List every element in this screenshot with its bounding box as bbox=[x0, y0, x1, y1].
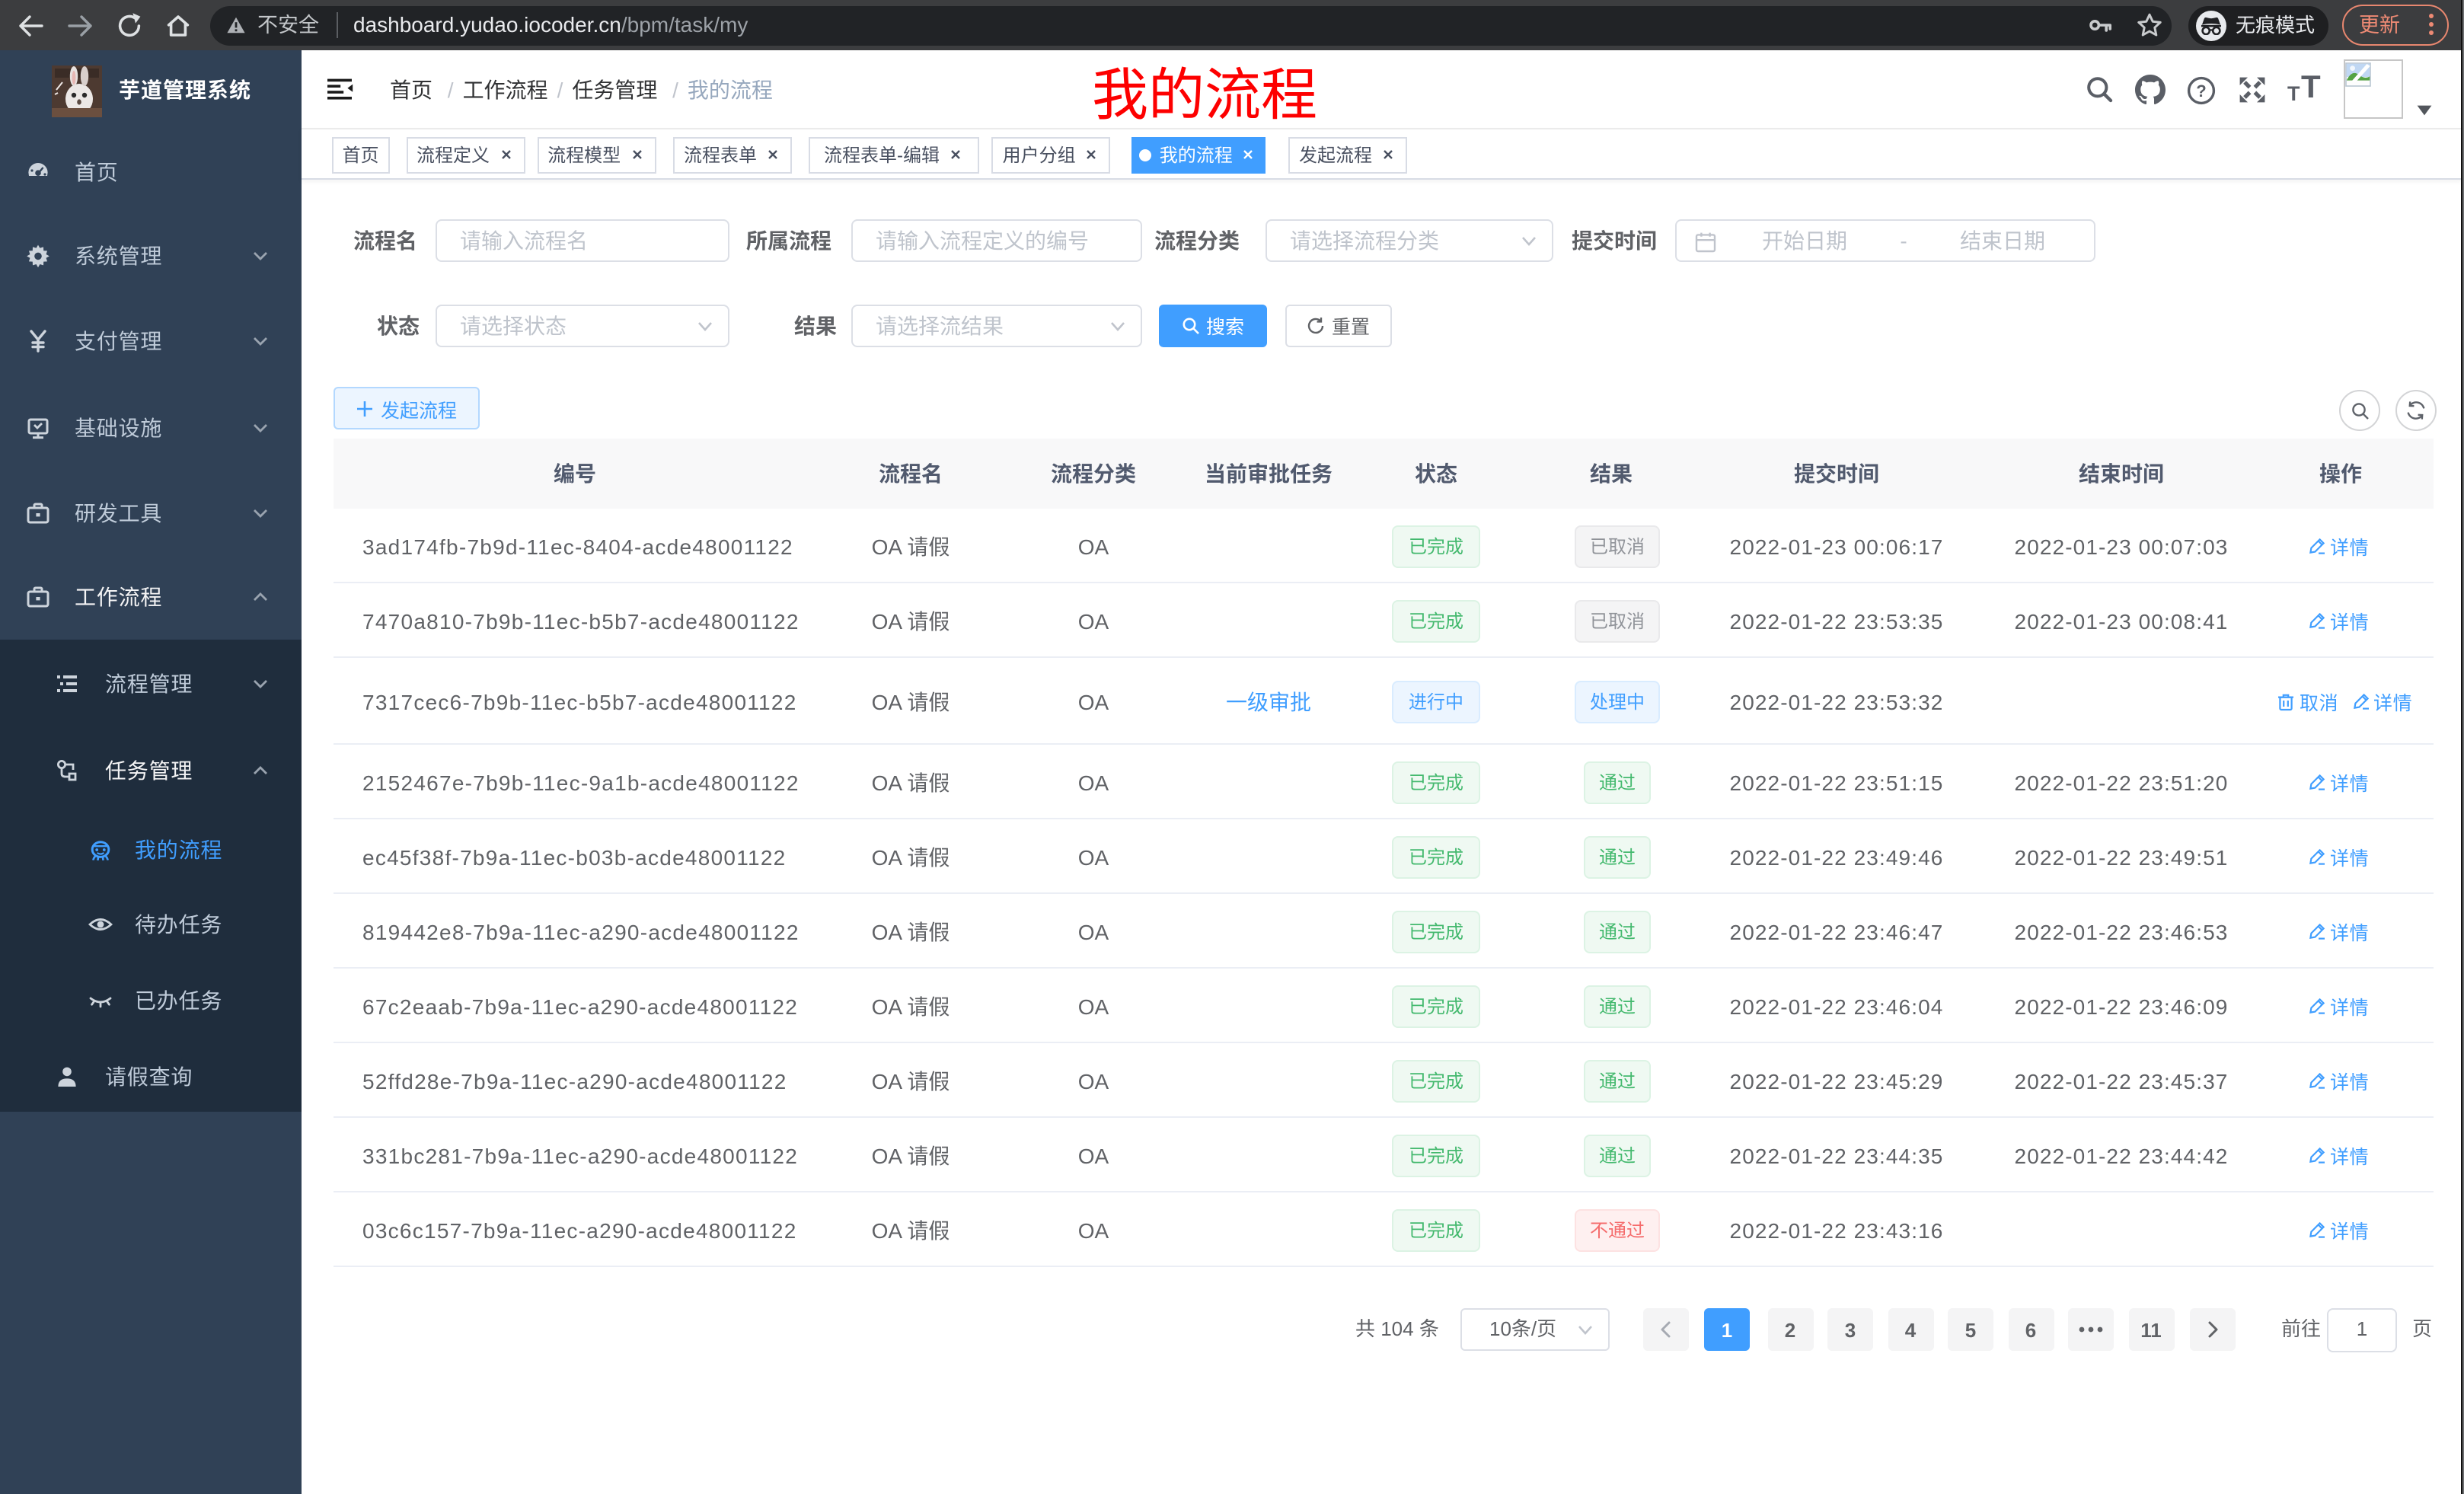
svg-text:?: ? bbox=[2196, 81, 2206, 101]
